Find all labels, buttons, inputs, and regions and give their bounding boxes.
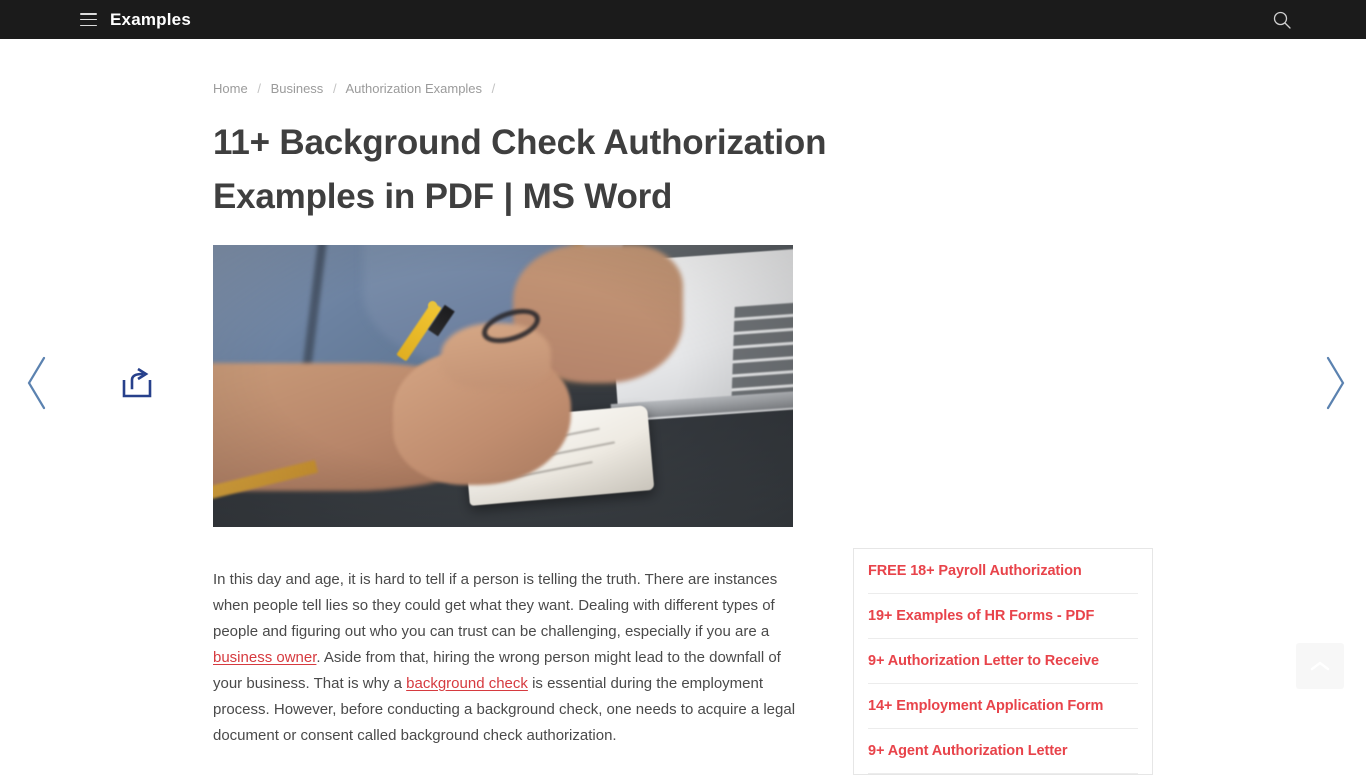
inline-link-business-owner[interactable]: business owner	[213, 649, 316, 666]
related-links-box: FREE 18+ Payroll Authorization 19+ Examp…	[853, 548, 1153, 775]
list-item[interactable]: 19+ Examples of HR Forms - PDF	[868, 594, 1138, 639]
brand-logo-text[interactable]: Examples	[110, 11, 191, 28]
article-content-column: Home / Business / Authorization Examples…	[213, 39, 826, 764]
inline-link-background-check[interactable]: background check	[406, 675, 528, 692]
breadcrumb: Home / Business / Authorization Examples…	[213, 82, 813, 95]
related-link-agent-authorization-letter[interactable]: 9+ Agent Authorization Letter	[868, 742, 1138, 761]
search-icon[interactable]	[1270, 8, 1294, 32]
top-navigation-bar: Examples	[0, 0, 1366, 39]
related-link-authorization-letter-to-receive[interactable]: 9+ Authorization Letter to Receive	[868, 652, 1138, 671]
related-link-hr-forms[interactable]: 19+ Examples of HR Forms - PDF	[868, 607, 1138, 626]
breadcrumb-item-business[interactable]: Business	[271, 81, 324, 96]
list-item[interactable]: 9+ Authorization Letter to Receive	[868, 639, 1138, 684]
breadcrumb-separator: /	[332, 81, 337, 96]
chevron-up-icon	[1310, 661, 1330, 671]
chevron-left-icon[interactable]	[24, 355, 50, 411]
paragraph-text-part-1: In this day and age, it is hard to tell …	[213, 571, 778, 640]
page-title: 11+ Background Check Authorization Examp…	[213, 123, 827, 216]
related-link-payroll-authorization[interactable]: FREE 18+ Payroll Authorization	[868, 562, 1138, 581]
hamburger-icon[interactable]	[80, 13, 97, 26]
share-icon[interactable]	[120, 367, 154, 401]
article-paragraph: In this day and age, it is hard to tell …	[213, 567, 813, 749]
list-item[interactable]: FREE 18+ Payroll Authorization	[868, 549, 1138, 594]
hero-vignette	[213, 245, 793, 527]
scroll-to-top-button[interactable]	[1296, 643, 1344, 689]
brand-menu-group[interactable]: Examples	[80, 11, 191, 28]
breadcrumb-item-authorization-examples[interactable]: Authorization Examples	[345, 81, 482, 96]
list-item[interactable]: 9+ Agent Authorization Letter	[868, 729, 1138, 774]
related-link-employment-application-form[interactable]: 14+ Employment Application Form	[868, 697, 1138, 716]
list-item[interactable]: 14+ Employment Application Form	[868, 684, 1138, 729]
breadcrumb-separator-trailing: /	[491, 81, 496, 96]
chevron-right-icon[interactable]	[1322, 355, 1348, 411]
breadcrumb-separator: /	[257, 81, 261, 96]
hero-image	[213, 245, 793, 527]
breadcrumb-item-home[interactable]: Home	[213, 81, 248, 96]
